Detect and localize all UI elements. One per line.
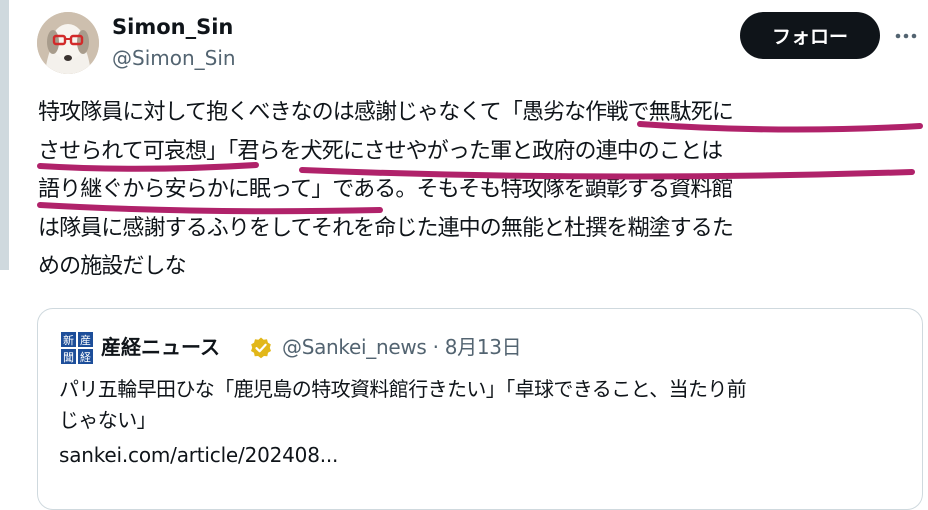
sankei-shimbun-logo: 新 産 聞 経 bbox=[60, 331, 94, 365]
meta-separator: · bbox=[432, 335, 439, 359]
sankei-logo-icon: 新 産 聞 経 bbox=[60, 331, 94, 365]
tweet-text: 特攻隊員に対して抱くべきなのは感謝じゃなくて「愚劣な作戦で無駄死に させられて可… bbox=[38, 94, 918, 287]
more-options-button[interactable] bbox=[888, 22, 924, 50]
author-handle[interactable]: @Simon_Sin bbox=[112, 44, 236, 72]
svg-text:聞: 聞 bbox=[63, 351, 74, 364]
follow-button[interactable]: フォロー bbox=[740, 12, 880, 59]
svg-text:経: 経 bbox=[80, 351, 91, 364]
left-scroll-edge bbox=[0, 0, 9, 270]
quoted-article-link[interactable]: sankei.com/article/202408... bbox=[59, 440, 338, 470]
tweet-line-4: は隊員に感謝するふりをしてそれを命じた連中の無能と杜撰を糊塗するた bbox=[38, 215, 734, 241]
svg-text:新: 新 bbox=[63, 333, 74, 347]
quoted-text-line-1: パリ五輪早田ひな「鹿児島の特攻資料館行きたい」「卓球できること、当たり前 bbox=[59, 377, 747, 401]
tweet-line-3: 語り継ぐから安らかに眠って」である。そもそも特攻隊を顕彰する資料館 bbox=[38, 177, 733, 202]
dog-with-red-glasses-avatar bbox=[37, 12, 99, 74]
quoted-handle[interactable]: @Sankei_news bbox=[282, 335, 427, 359]
quoted-tweet-card[interactable]: 新 産 聞 経 産経ニュース @Sankei_news · 8月13日 パリ五輪… bbox=[37, 308, 923, 510]
quoted-date[interactable]: 8月13日 bbox=[445, 335, 522, 359]
tweet-line-1: 特攻隊員に対して抱くべきなのは感謝じゃなくて「愚劣な作戦で無駄死に bbox=[38, 100, 734, 125]
quoted-text: パリ五輪早田ひな「鹿児島の特攻資料館行きたい」「卓球できること、当たり前 じゃな… bbox=[59, 374, 919, 436]
author-name[interactable]: Simon_Sin bbox=[112, 13, 233, 41]
quoted-text-line-2: じゃない」 bbox=[59, 408, 157, 432]
quoted-meta: @Sankei_news · 8月13日 bbox=[282, 332, 522, 362]
ellipsis-icon bbox=[895, 33, 917, 39]
svg-text:産: 産 bbox=[80, 334, 91, 347]
quoted-author-name[interactable]: 産経ニュース bbox=[101, 332, 220, 362]
author-avatar[interactable] bbox=[37, 12, 99, 74]
gold-verified-badge-icon bbox=[249, 336, 273, 360]
tweet-line-2: させられて可哀想」「君らを犬死にさせやがった軍と政府の連中のことは bbox=[38, 138, 723, 164]
tweet-line-5: めの施設だしな bbox=[38, 254, 187, 279]
